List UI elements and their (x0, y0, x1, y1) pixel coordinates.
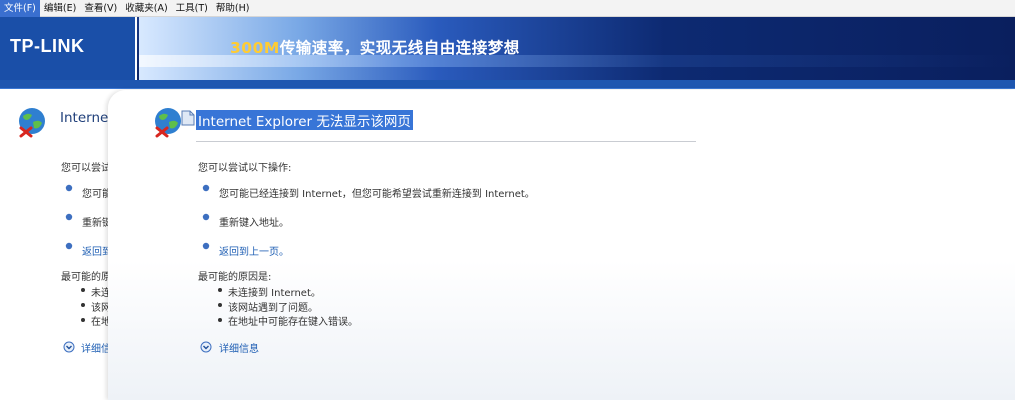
logo-box: TP-LINK (0, 17, 137, 80)
title-divider (196, 141, 696, 142)
bullet-dot (81, 303, 85, 307)
error-page: Internet Explorer 无法显示该网页 您可以尝试以下操作: 您可能… (108, 90, 1015, 400)
page-title: Internet Explorer 无法显示该网页 (196, 110, 413, 130)
main-content: Internet 您可以尝试 您可能 重新键 返回到 最可能的原 未连 该网 在… (0, 90, 1015, 400)
try-item: 重新键入地址。 (219, 218, 289, 229)
chevron-down-circle-icon[interactable] (63, 341, 75, 353)
background-details-link[interactable]: 详细信 (81, 340, 111, 355)
blue-bullet-icon (202, 213, 210, 221)
page-icon (181, 110, 195, 126)
details-link[interactable]: 详细信息 (219, 340, 259, 355)
menu-view[interactable]: 查看(V) (80, 0, 121, 17)
blue-bullet-icon (65, 184, 73, 192)
bullet-dot (81, 288, 85, 292)
bullet-dot (218, 318, 222, 322)
bullet-dot (81, 318, 85, 322)
globe-error-icon (19, 108, 45, 138)
blue-bullet-icon (65, 242, 73, 250)
cause-item: 该网站遇到了问题。 (228, 303, 318, 314)
blue-bullet-icon (202, 184, 210, 192)
back-link[interactable]: 返回到上一页。 (219, 243, 289, 258)
try-item: 您可能已经连接到 Internet，但您可能希望尝试重新连接到 Internet… (219, 189, 535, 200)
bullet-dot (218, 288, 222, 292)
slogan-text: 传输速率，实现无线自由连接梦想 (279, 39, 520, 57)
background-page-title: Internet (60, 110, 114, 126)
banner-slogan: 300M传输速率，实现无线自由连接梦想 (230, 36, 520, 58)
tplink-banner: TP-LINK 300M传输速率，实现无线自由连接梦想 (0, 17, 1015, 80)
menu-favorites[interactable]: 收藏夹(A) (121, 0, 171, 17)
causes-heading: 最可能的原因是: (198, 272, 272, 283)
tplink-logo: TP-LINK (10, 36, 85, 56)
menu-file[interactable]: 文件(F) (0, 0, 40, 17)
menu-help[interactable]: 帮助(H) (212, 0, 254, 17)
banner-stripe (0, 80, 1015, 89)
menu-tools[interactable]: 工具(T) (172, 0, 212, 17)
chevron-down-circle-icon[interactable] (200, 341, 212, 353)
blue-bullet-icon (202, 242, 210, 250)
blue-bullet-icon (65, 213, 73, 221)
cause-item: 在地址中可能存在键入错误。 (228, 317, 358, 328)
slogan-number: 300M (230, 39, 280, 57)
cause-item: 未连接到 Internet。 (228, 288, 321, 299)
menu-edit[interactable]: 编辑(E) (40, 0, 80, 17)
menu-bar: 文件(F) 编辑(E) 查看(V) 收藏夹(A) 工具(T) 帮助(H) (0, 0, 1015, 17)
bullet-dot (218, 303, 222, 307)
background-causes-heading: 最可能的原 (61, 272, 111, 283)
try-heading: 您可以尝试以下操作: (198, 163, 292, 174)
background-try-heading: 您可以尝试 (61, 163, 111, 174)
